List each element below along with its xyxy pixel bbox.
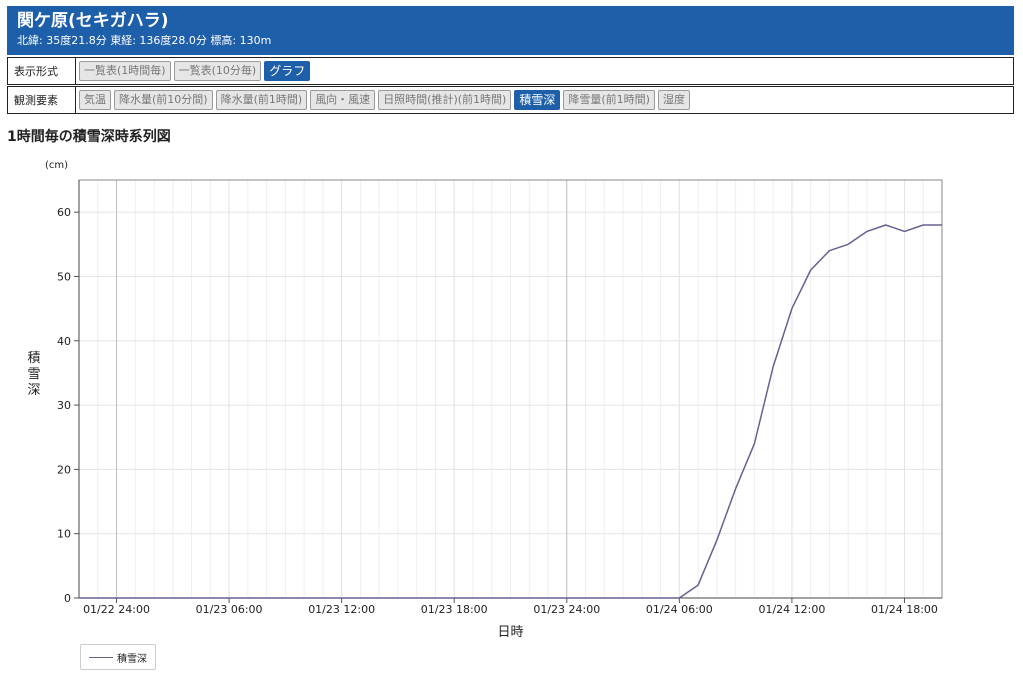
x-tick-label: 01/24 18:00 xyxy=(871,603,938,616)
x-tick-label: 01/23 06:00 xyxy=(196,603,263,616)
y-tick-label: 50 xyxy=(57,270,71,283)
y-tick-label: 60 xyxy=(57,206,71,219)
x-tick-label: 01/23 24:00 xyxy=(533,603,600,616)
y-unit-label: (cm) xyxy=(45,160,68,171)
y-tick-label: 30 xyxy=(57,399,71,412)
y-axis-title: 積雪深 xyxy=(27,351,40,398)
y-tick-label: 0 xyxy=(64,592,71,605)
x-tick-label: 01/24 06:00 xyxy=(646,603,713,616)
x-tick-label: 01/22 24:00 xyxy=(83,603,150,616)
y-tick-label: 40 xyxy=(57,335,71,348)
x-tick-label: 01/24 12:00 xyxy=(758,603,825,616)
x-axis-title: 日時 xyxy=(497,625,523,640)
chart-legend[interactable]: 積雪深 xyxy=(80,644,156,670)
y-tick-label: 20 xyxy=(57,463,71,476)
snow-depth-chart: 0 10 20 30 40 50 60 01/22 24:00 01/23 06:00 01/23… xyxy=(27,160,943,640)
y-tick-label: 10 xyxy=(57,528,71,541)
legend-label: 積雪深 xyxy=(117,653,147,665)
x-tick-label: 01/23 12:00 xyxy=(308,603,375,616)
x-tick-label: 01/23 18:00 xyxy=(421,603,488,616)
legend-line-swatch xyxy=(89,656,113,658)
